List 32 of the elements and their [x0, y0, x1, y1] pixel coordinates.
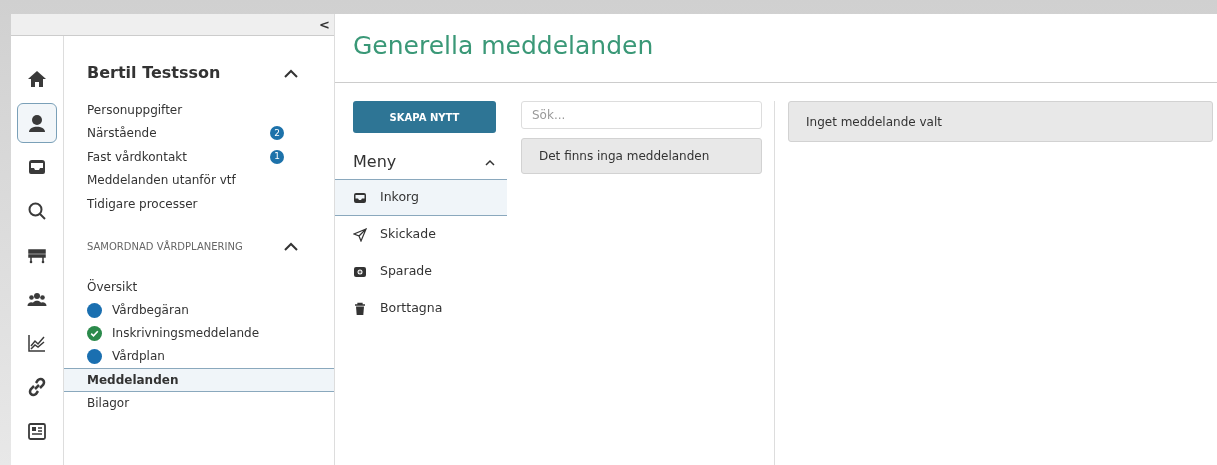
- caret-icon[interactable]: [284, 242, 298, 251]
- sidebar-link[interactable]: Meddelanden utanför vtf: [87, 171, 236, 190]
- create-button[interactable]: SKAPA NYTT: [353, 101, 496, 133]
- sidebar-link[interactable]: Vårdbegäran: [64, 298, 334, 322]
- caret-icon[interactable]: [485, 158, 495, 166]
- count-badge: 2: [270, 126, 284, 141]
- sidebar-link[interactable]: Vårdplan: [64, 344, 334, 368]
- sidebar-link[interactable]: Meddelanden: [64, 367, 334, 392]
- paper-plane-icon: [353, 227, 367, 242]
- menu-item[interactable]: Borttagna: [335, 290, 507, 327]
- section-heading: SAMORDNAD VÅRDPLANERING: [87, 239, 243, 254]
- sidebar-link[interactable]: Bilagor: [64, 391, 334, 415]
- sidebar-link[interactable]: Tidigare processer: [87, 194, 198, 213]
- menu-item[interactable]: Inkorg: [335, 179, 507, 216]
- page-title: Generella meddelanden: [353, 30, 654, 63]
- sidebar-link[interactable]: Närstående: [87, 124, 157, 143]
- sidebar-link[interactable]: Inskrivningsmeddelande: [64, 321, 334, 345]
- empty-message: Det finns inga meddelanden: [521, 138, 762, 174]
- menu-heading: Meny: [353, 151, 397, 173]
- person-icon[interactable]: [17, 103, 57, 143]
- sidebar-link[interactable]: Översikt: [64, 275, 334, 299]
- menu-item[interactable]: Sparade: [335, 253, 507, 290]
- empty-message: Inget meddelande valt: [788, 101, 1213, 142]
- search-field[interactable]: Sök...: [521, 101, 762, 129]
- count-badge: 1: [270, 149, 284, 164]
- menu-item[interactable]: Skickade: [335, 216, 507, 253]
- trash-icon: [353, 301, 367, 316]
- sidebar-link[interactable]: Personuppgifter: [87, 100, 183, 119]
- patient-name: Bertil Testsson: [87, 62, 221, 84]
- sidebar-link[interactable]: Fast vårdkontakt: [87, 147, 187, 166]
- caret-icon[interactable]: [284, 68, 298, 78]
- collapse-button[interactable]: <: [319, 18, 330, 31]
